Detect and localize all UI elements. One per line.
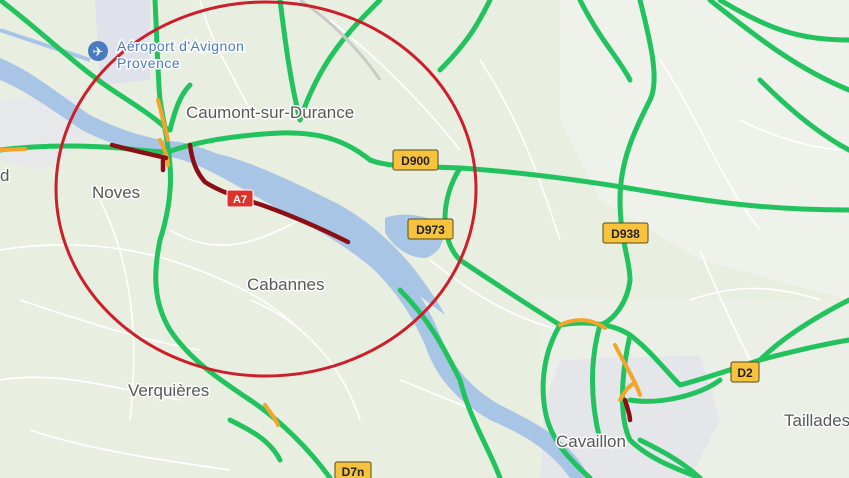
shield-d900-label: D900	[401, 154, 430, 168]
place-label-caumont[interactable]: Caumont-sur-Durance	[185, 102, 356, 124]
shield-d973-label: D973	[416, 223, 445, 237]
road-shield-d900[interactable]: D900	[392, 149, 439, 171]
place-label-cabannes[interactable]: Cabannes	[246, 274, 327, 296]
shield-d938-label: D938	[611, 227, 640, 241]
airport-label-line2: Provence	[117, 55, 180, 71]
traffic-map[interactable]: ✈ Aéroport d'Avignon Provence Caumont-su…	[0, 0, 849, 478]
place-label-verquieres[interactable]: Verquières	[127, 380, 211, 402]
shield-a7-label: A7	[233, 194, 247, 206]
place-label-cavaillon[interactable]: Cavaillon	[555, 431, 628, 453]
place-label-noves[interactable]: Noves	[91, 182, 142, 204]
shield-d7n-label: D7n	[342, 465, 365, 478]
place-label-edge: d	[0, 166, 9, 185]
shield-d2-label: D2	[737, 366, 753, 380]
road-shield-d2[interactable]: D2	[730, 361, 760, 383]
road-shield-a7[interactable]: A7	[226, 189, 254, 208]
airplane-icon-glyph: ✈	[93, 45, 104, 60]
airport-label-line1: Aéroport d'Avignon	[117, 38, 244, 54]
road-shield-d938[interactable]: D938	[602, 222, 649, 244]
road-shield-d973[interactable]: D973	[407, 218, 454, 240]
place-label-taillades[interactable]: Taillades	[783, 410, 849, 432]
road-shield-d7n[interactable]: D7n	[334, 461, 372, 478]
